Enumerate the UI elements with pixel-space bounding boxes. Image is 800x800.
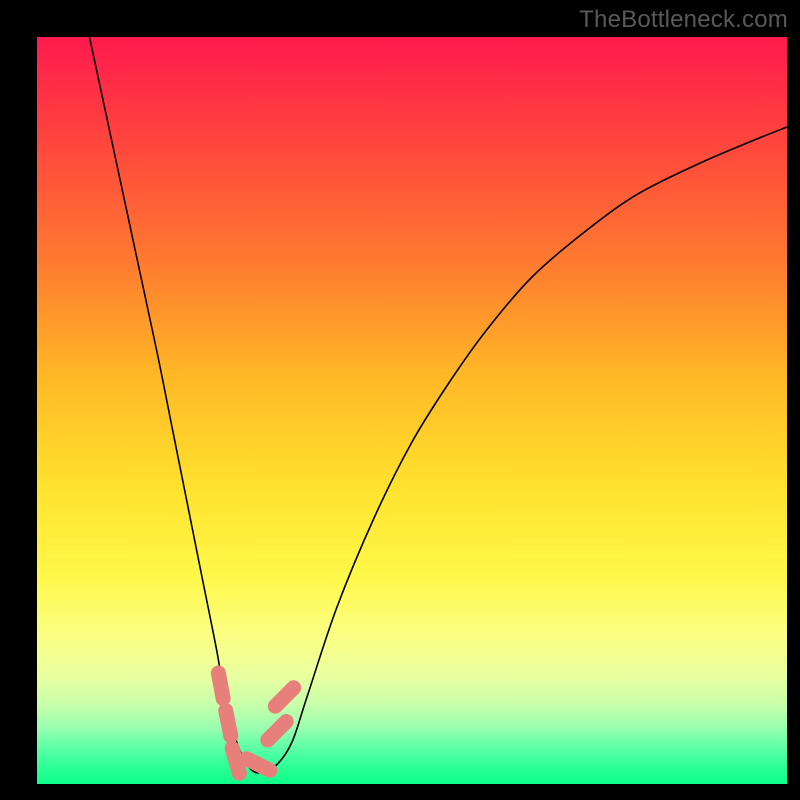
chart-svg (37, 37, 787, 787)
curve-marker (226, 711, 231, 737)
chart-frame: TheBottleneck.com (0, 0, 800, 800)
watermark-text: TheBottleneck.com (579, 6, 788, 34)
bottleneck-curve (90, 37, 788, 773)
curve-marker (218, 673, 223, 699)
plot-bottom-border (37, 784, 787, 787)
curve-marker (268, 722, 286, 740)
plot-area (37, 37, 787, 787)
curve-marker (247, 759, 270, 771)
curve-marker (232, 748, 239, 773)
curve-marker (275, 688, 293, 706)
